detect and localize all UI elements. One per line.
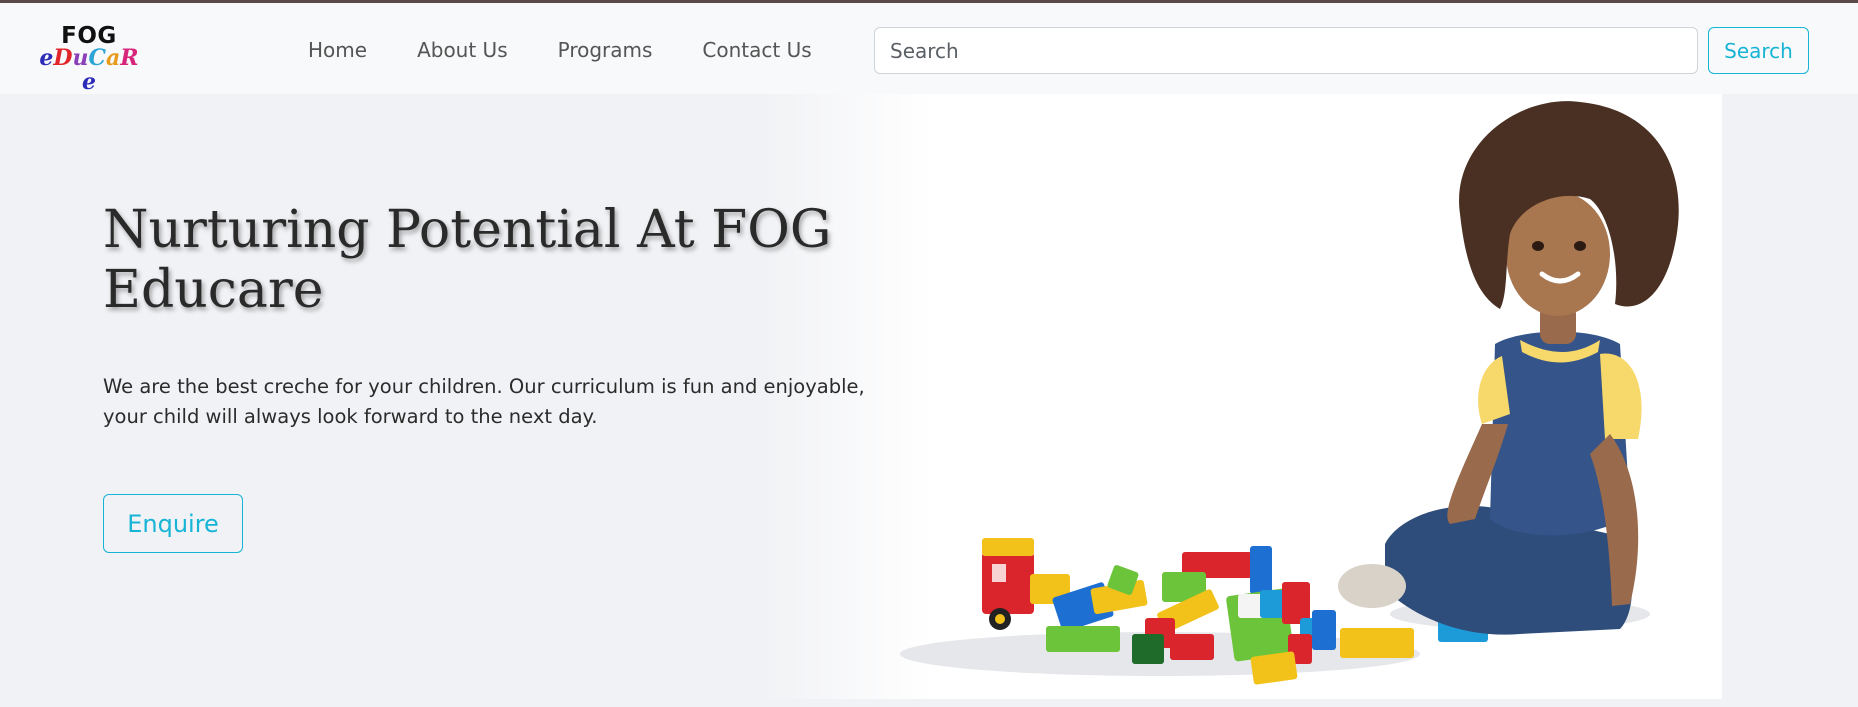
nav-link-programs[interactable]: Programs — [533, 30, 678, 70]
red-block — [982, 552, 1034, 614]
logo-letter: R — [120, 45, 139, 71]
logo-letter: a — [106, 45, 121, 71]
dark-block — [1132, 634, 1164, 664]
yellow-block — [1340, 628, 1414, 658]
child-eye — [1532, 241, 1544, 251]
nav-link-about-us[interactable]: About Us — [392, 30, 533, 70]
child-figure — [1338, 101, 1679, 635]
logo-letter: u — [72, 45, 89, 71]
enquire-button[interactable]: Enquire — [103, 494, 243, 553]
logo-letter: e — [82, 69, 96, 95]
hero-bottom-band — [0, 699, 1858, 707]
child-shoe — [1338, 564, 1406, 608]
yellow-block — [982, 538, 1034, 556]
logo-letter: e — [39, 45, 54, 71]
child-eye — [1574, 241, 1586, 251]
hero-title: Nurturing Potential At FOG Educare — [103, 200, 832, 320]
brand-logo[interactable]: FOG eDuCaRe — [34, 24, 144, 94]
red-block — [1282, 582, 1310, 624]
window — [992, 564, 1006, 582]
red-block — [1170, 634, 1214, 660]
search-button[interactable]: Search — [1708, 27, 1809, 74]
blue-block — [1312, 610, 1336, 650]
wheel — [995, 614, 1005, 624]
blue-block — [1250, 546, 1272, 594]
hero-section: Nurturing Potential At FOG Educare We ar… — [0, 94, 1858, 707]
child-sleeve — [1600, 353, 1642, 439]
nav-link-home[interactable]: Home — [283, 30, 392, 70]
navbar: FOG eDuCaRe Home About Us Programs Conta… — [0, 3, 1858, 94]
green-block — [1046, 626, 1120, 652]
nav-link-contact-us[interactable]: Contact Us — [677, 30, 836, 70]
hero-right-gutter — [1722, 94, 1858, 707]
logo-bottom-text: eDuCaRe — [34, 46, 144, 94]
main-nav: Home About Us Programs Contact Us — [283, 30, 837, 70]
child-playing-with-blocks-illustration — [900, 101, 1679, 685]
logo-letter: D — [53, 45, 73, 71]
logo-letter: C — [88, 45, 107, 71]
search-input[interactable] — [874, 27, 1698, 74]
